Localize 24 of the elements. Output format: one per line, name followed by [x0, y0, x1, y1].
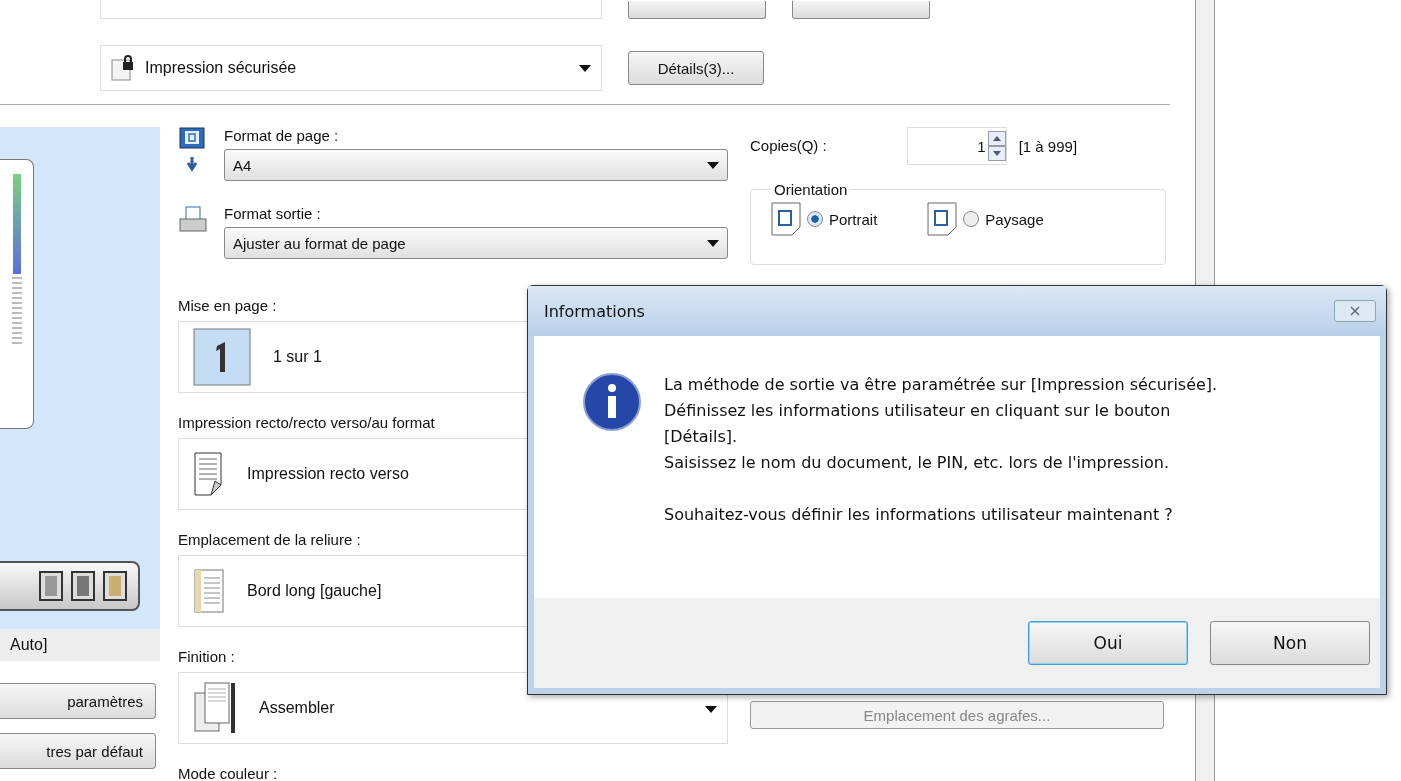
format-dropdown[interactable]: A4: [224, 149, 728, 181]
dialog-button[interactable]: Non: [1210, 621, 1370, 665]
dialog-title: Informations: [544, 301, 645, 321]
settings-button[interactable]: tres par défaut: [0, 733, 156, 769]
copies-label: Copies(Q) :: [750, 137, 827, 155]
dialog-button[interactable]: Oui: [1028, 621, 1188, 665]
format-dropdown[interactable]: Ajuster au format de page: [224, 227, 728, 259]
preview-caption: Auto]: [0, 629, 160, 661]
output-method-value: Impression sécurisée: [145, 59, 298, 77]
copies-range: [1 à 999]: [1018, 137, 1078, 155]
details-button[interactable]: Détails(3)...: [628, 51, 764, 85]
settings-button[interactable]: paramètres: [0, 683, 156, 719]
copies-spinner[interactable]: 1: [906, 127, 1007, 165]
section-label: Mise en page :: [178, 297, 277, 315]
section-label: Finition :: [178, 648, 235, 666]
orientation-label: Paysage: [985, 210, 1044, 228]
orientation-label: Portrait: [829, 210, 878, 228]
output-method-dropdown[interactable]: Impression sécurisée: [100, 45, 602, 91]
field-label: Format sortie :: [224, 205, 321, 223]
field-label: Format de page :: [224, 127, 339, 145]
orientation-title: Orientation: [773, 181, 849, 198]
section-label: Emplacement de la reliure :: [178, 531, 361, 549]
section-label: Impression recto/recto verso/au format: [178, 414, 435, 432]
section-label: Mode couleur :: [178, 765, 278, 781]
